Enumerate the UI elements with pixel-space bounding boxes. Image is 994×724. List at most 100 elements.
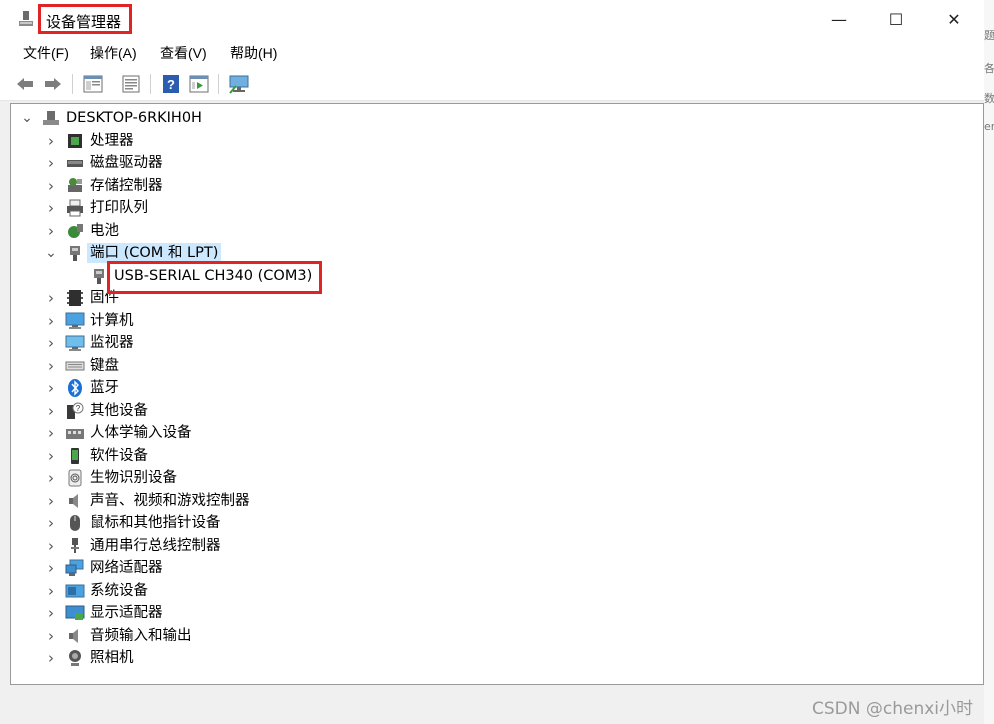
battery-icon	[65, 221, 85, 241]
minimize-button[interactable]: —	[810, 0, 868, 38]
chevron-right-icon[interactable]: ›	[45, 197, 57, 219]
chevron-right-icon[interactable]: ›	[45, 602, 57, 624]
chevron-right-icon[interactable]: ›	[45, 490, 57, 512]
menu-action[interactable]: 操作(A)	[90, 38, 137, 68]
tree-item-label: 端口 (COM 和 LPT)	[87, 243, 222, 263]
tree-category[interactable]: › 计算机	[11, 310, 981, 332]
storage-controller-icon	[65, 176, 85, 196]
chevron-right-icon[interactable]: ›	[45, 422, 57, 444]
edge-text: 各	[984, 62, 994, 75]
properties-icon[interactable]	[120, 73, 142, 95]
system-device-icon	[65, 581, 85, 601]
tree-item-label: 人体学输入设备	[90, 425, 192, 441]
tree-category[interactable]: › 监视器	[11, 332, 981, 354]
device-tree: ⌄ DESKTOP-6RKIH0H › 处理器 › 磁盘驱动器 › 存储控制器 › 打印队列 › 电池…	[10, 103, 984, 685]
chevron-right-icon[interactable]: ›	[45, 467, 57, 489]
tree-category[interactable]: › 蓝牙	[11, 377, 981, 399]
background-page-edge: 题 各 数 er	[984, 0, 994, 724]
toolbar-separator	[72, 74, 73, 94]
back-icon[interactable]	[14, 73, 36, 95]
chevron-right-icon[interactable]: ›	[45, 130, 57, 152]
svg-text:?: ?	[167, 77, 175, 92]
chevron-right-icon[interactable]: ›	[45, 400, 57, 422]
tree-category[interactable]: › 处理器	[11, 130, 981, 152]
chevron-right-icon[interactable]: ›	[45, 310, 57, 332]
chevron-right-icon[interactable]: ›	[45, 175, 57, 197]
svg-text:?: ?	[76, 404, 81, 413]
chevron-right-icon[interactable]: ›	[45, 220, 57, 242]
firmware-icon	[65, 288, 85, 308]
menu-help[interactable]: 帮助(H)	[230, 38, 277, 68]
chevron-right-icon[interactable]: ›	[45, 512, 57, 534]
show-hide-tree-icon[interactable]	[82, 73, 104, 95]
tree-category[interactable]: ›? 其他设备	[11, 400, 981, 422]
chevron-right-icon[interactable]: ›	[45, 445, 57, 467]
menu-file[interactable]: 文件(F)	[23, 38, 69, 68]
printer-icon	[65, 198, 85, 218]
edge-text: er	[984, 120, 994, 133]
tree-item-label: 系统设备	[90, 582, 148, 599]
tree-item-label: 音频输入和输出	[90, 627, 192, 644]
title-bar: 设备管理器 — ☐ ✕	[0, 0, 984, 38]
chevron-right-icon[interactable]: ›	[45, 377, 57, 399]
tree-category[interactable]: › 显示适配器	[11, 602, 981, 624]
tree-category[interactable]: › 人体学输入设备	[11, 422, 981, 444]
tree-category[interactable]: › 声音、视频和游戏控制器	[11, 490, 981, 512]
tree-category[interactable]: › 生物识别设备	[11, 467, 981, 489]
menu-view[interactable]: 查看(V)	[160, 38, 207, 68]
processor-icon	[65, 131, 85, 151]
chevron-right-icon[interactable]: ›	[45, 152, 57, 174]
bluetooth-icon	[65, 378, 85, 398]
chevron-right-icon[interactable]: ›	[45, 355, 57, 377]
chevron-right-icon[interactable]: ›	[45, 647, 57, 669]
tree-item-label: 声音、视频和游戏控制器	[90, 492, 250, 509]
tree-category[interactable]: › 照相机	[11, 647, 981, 669]
display-adapter-icon	[65, 603, 85, 623]
computer-monitor-icon	[65, 311, 85, 331]
tree-item-label: 计算机	[90, 312, 134, 329]
device-manager-app-icon	[19, 11, 33, 26]
chevron-right-icon[interactable]: ›	[45, 625, 57, 647]
tree-category[interactable]: › 软件设备	[11, 445, 981, 467]
tree-category[interactable]: › 通用串行总线控制器	[11, 535, 981, 557]
tree-category[interactable]: › 打印队列	[11, 197, 981, 219]
chevron-right-icon[interactable]: ›	[45, 332, 57, 354]
window-title: 设备管理器	[38, 4, 132, 34]
chevron-right-icon[interactable]: ›	[45, 580, 57, 602]
tree-category[interactable]: › 存储控制器	[11, 175, 981, 197]
mouse-icon	[65, 513, 85, 533]
camera-icon	[65, 648, 85, 668]
tree-category[interactable]: › 电池	[11, 220, 981, 242]
tree-item-label: 其他设备	[90, 402, 148, 419]
hid-icon	[65, 423, 85, 443]
chevron-right-icon[interactable]: ›	[45, 287, 57, 309]
tree-category[interactable]: › 系统设备	[11, 580, 981, 602]
chevron-right-icon[interactable]: ›	[45, 535, 57, 557]
tree-category[interactable]: › 网络适配器	[11, 557, 981, 579]
forward-icon[interactable]	[42, 73, 64, 95]
maximize-button[interactable]: ☐	[867, 0, 925, 38]
tree-item-label: 通用串行总线控制器	[90, 537, 221, 554]
close-button[interactable]: ✕	[925, 0, 983, 38]
chevron-down-icon[interactable]: ⌄	[21, 107, 33, 129]
chevron-right-icon[interactable]: ›	[45, 557, 57, 579]
tree-category[interactable]: › 鼠标和其他指针设备	[11, 512, 981, 534]
tree-item-label: 软件设备	[90, 447, 148, 464]
tree-category[interactable]: › 键盘	[11, 355, 981, 377]
tree-item-label: 存储控制器	[90, 177, 163, 194]
chevron-down-icon[interactable]: ⌄	[45, 242, 57, 264]
computer-icon	[41, 108, 61, 128]
help-icon[interactable]: ?	[160, 73, 182, 95]
tree-category[interactable]: › 磁盘驱动器	[11, 152, 981, 174]
tree-category[interactable]: › 音频输入和输出	[11, 625, 981, 647]
tree-item-label: 键盘	[90, 357, 119, 374]
speaker-icon	[65, 491, 85, 511]
tree-item-label: 监视器	[90, 335, 134, 351]
tree-root[interactable]: ⌄ DESKTOP-6RKIH0H	[11, 107, 981, 129]
tree-item-label: 照相机	[90, 650, 134, 666]
edge-text: 题	[984, 29, 994, 42]
scan-hardware-icon[interactable]	[228, 73, 250, 95]
watermark: CSDN @chenxi小时	[812, 699, 974, 719]
disk-drive-icon	[65, 153, 85, 173]
run-icon[interactable]	[188, 73, 210, 95]
